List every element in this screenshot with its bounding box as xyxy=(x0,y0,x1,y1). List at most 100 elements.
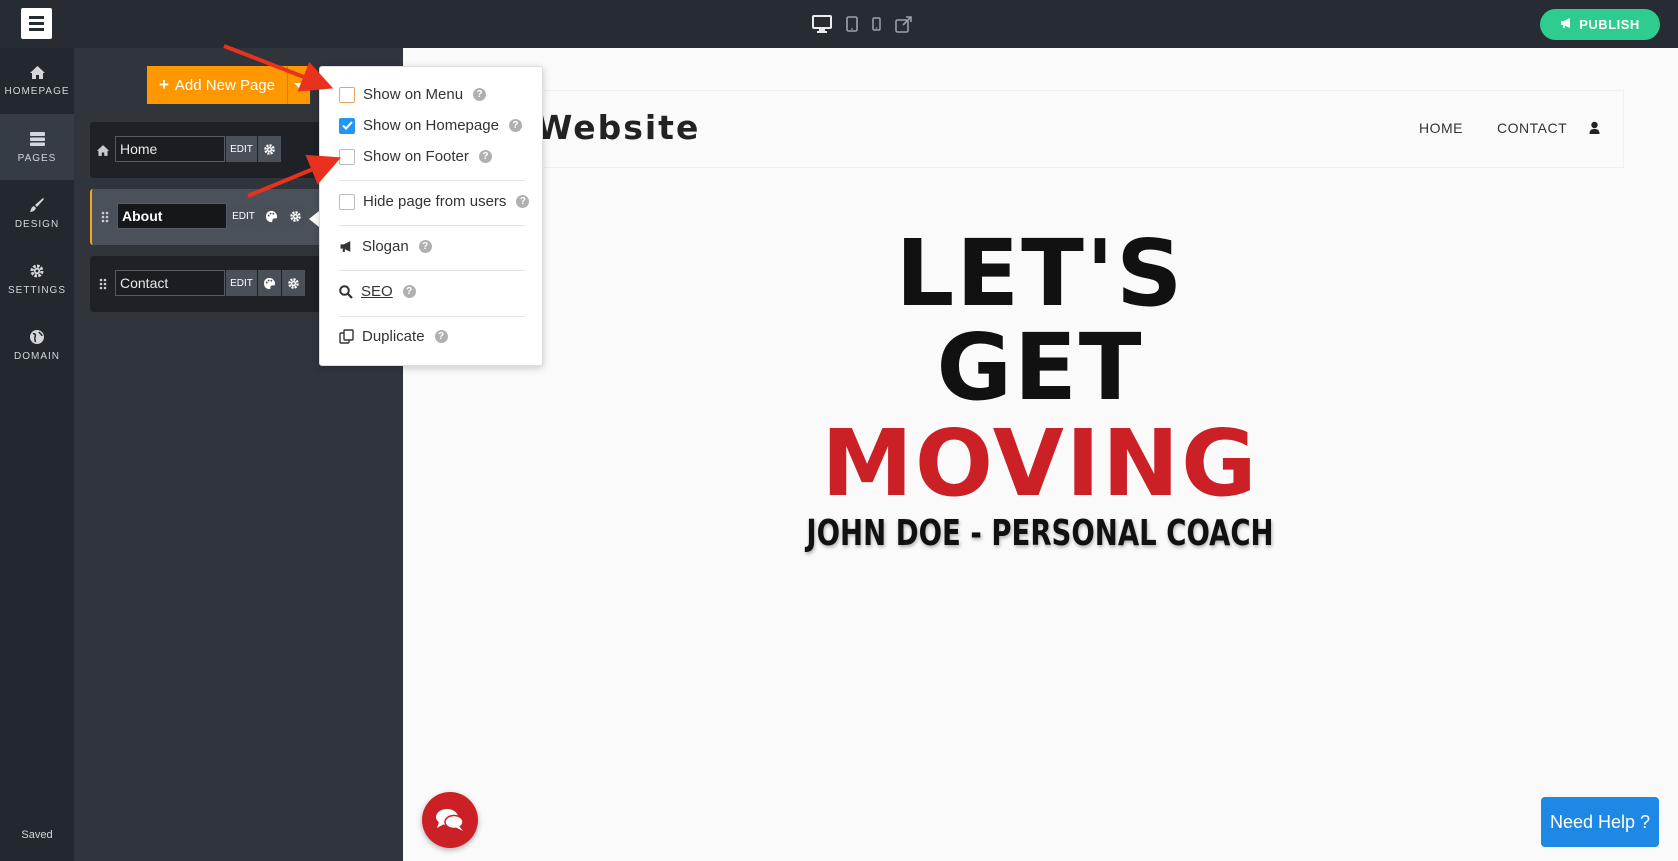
globe-icon xyxy=(30,329,44,344)
help-icon[interactable]: ? xyxy=(473,88,487,101)
rail-label-settings: SETTINGS xyxy=(7,284,66,296)
device-switcher xyxy=(812,12,913,36)
seo-label: SEO xyxy=(361,283,393,300)
page-settings-button[interactable] xyxy=(284,203,307,229)
brush-icon xyxy=(30,197,44,212)
show-on-footer-label: Show on Footer xyxy=(363,148,469,165)
app-logo-icon[interactable] xyxy=(21,8,52,39)
page-design-button[interactable] xyxy=(260,203,283,229)
page-row-about[interactable]: EDIT xyxy=(90,189,330,245)
menu-divider xyxy=(339,270,525,271)
rail-item-homepage[interactable]: HOMEPAGE xyxy=(0,48,74,114)
help-icon[interactable]: ? xyxy=(418,240,432,253)
option-slogan[interactable]: Slogan ? xyxy=(339,238,432,255)
rail-label-design: DESIGN xyxy=(14,218,60,230)
hero-line-3: MOVING xyxy=(821,410,1259,517)
home-icon xyxy=(29,66,45,79)
show-on-menu-checkbox[interactable] xyxy=(339,86,355,103)
page-options-menu xyxy=(319,66,543,366)
user-icon[interactable] xyxy=(1589,121,1600,140)
site-title[interactable]: Website xyxy=(536,108,700,147)
chat-bubble-button[interactable] xyxy=(422,792,478,848)
palette-icon xyxy=(263,277,276,289)
top-bar: PUBLISH xyxy=(0,0,1678,48)
slogan-label: Slogan xyxy=(362,238,409,255)
mobile-icon[interactable] xyxy=(872,17,881,31)
option-show-on-menu[interactable]: Show on Menu ? xyxy=(339,86,487,103)
drag-handle-icon[interactable] xyxy=(96,274,110,294)
megaphone-icon xyxy=(1560,17,1573,32)
gear-icon xyxy=(288,277,299,289)
page-name-input[interactable] xyxy=(115,270,225,296)
desktop-icon[interactable] xyxy=(812,15,832,33)
help-icon[interactable]: ? xyxy=(434,330,448,343)
page-name-input[interactable] xyxy=(115,136,225,162)
rail-item-domain[interactable]: DOMAIN xyxy=(0,312,74,378)
duplicate-icon xyxy=(339,329,354,344)
gear-icon xyxy=(290,210,301,222)
help-icon[interactable]: ? xyxy=(508,119,522,132)
checkmark-icon xyxy=(341,121,353,130)
option-hide-page[interactable]: Hide page from users ? xyxy=(339,193,530,210)
hero-line-2: GET xyxy=(936,314,1144,421)
drag-handle-icon[interactable] xyxy=(98,207,112,227)
page-row-home[interactable]: EDIT xyxy=(90,122,330,178)
option-show-on-footer[interactable]: Show on Footer ? xyxy=(339,148,492,165)
show-on-homepage-label: Show on Homepage xyxy=(363,117,499,134)
add-page-dropdown-toggle[interactable] xyxy=(287,66,310,104)
search-icon xyxy=(339,284,353,299)
help-icon[interactable]: ? xyxy=(516,195,530,208)
pages-icon xyxy=(29,131,45,146)
save-status: Saved xyxy=(21,829,53,841)
hero-subtitle: JOHN DOE - PERSONAL COACH xyxy=(806,513,1274,554)
nav-link-contact[interactable]: CONTACT xyxy=(1497,120,1567,136)
rail-item-settings[interactable]: SETTINGS xyxy=(0,246,74,312)
megaphone-icon xyxy=(340,241,351,252)
gear-icon xyxy=(264,143,275,155)
caret-down-icon xyxy=(294,82,304,88)
menu-divider xyxy=(339,316,525,317)
nav-link-home[interactable]: HOME xyxy=(1419,120,1463,136)
palette-icon xyxy=(265,210,278,222)
home-icon xyxy=(96,140,110,160)
rail-label-domain: DOMAIN xyxy=(14,350,60,362)
help-icon[interactable]: ? xyxy=(478,150,492,163)
edit-page-button[interactable]: EDIT xyxy=(228,203,259,229)
rail-label-homepage: HOMEPAGE xyxy=(4,86,70,97)
rail-label-pages: PAGES xyxy=(17,152,57,164)
option-duplicate[interactable]: Duplicate ? xyxy=(339,328,448,345)
hide-page-label: Hide page from users xyxy=(363,193,507,210)
rail-item-design[interactable]: DESIGN xyxy=(0,180,74,246)
publish-button[interactable]: PUBLISH xyxy=(1540,9,1660,40)
add-new-page-button[interactable]: + Add New Page xyxy=(147,66,287,104)
help-icon[interactable]: ? xyxy=(402,285,416,298)
hide-page-checkbox[interactable] xyxy=(339,193,355,210)
page-row-contact[interactable]: EDIT xyxy=(90,256,330,312)
tablet-icon[interactable] xyxy=(846,16,858,32)
popup-pointer xyxy=(309,211,319,227)
page-settings-button[interactable] xyxy=(282,270,305,296)
page-settings-button[interactable] xyxy=(258,136,281,162)
show-on-homepage-checkbox[interactable] xyxy=(339,117,355,134)
option-seo[interactable]: SEO ? xyxy=(339,283,416,300)
edit-page-button[interactable]: EDIT xyxy=(226,136,257,162)
left-rail: HOMEPAGE PAGES DESIGN SETTINGS DOMAIN Sa… xyxy=(0,48,74,861)
edit-page-button[interactable]: EDIT xyxy=(226,270,257,296)
chat-icon xyxy=(436,809,464,831)
gear-icon xyxy=(30,264,44,277)
duplicate-label: Duplicate xyxy=(362,328,425,345)
add-new-page-label: Add New Page xyxy=(174,76,275,94)
page-name-input[interactable] xyxy=(117,203,227,229)
menu-divider xyxy=(339,180,525,181)
hero-line-1: LET'S xyxy=(895,220,1185,327)
rail-item-pages[interactable]: PAGES xyxy=(0,114,74,180)
external-link-icon[interactable] xyxy=(895,15,913,33)
show-on-menu-label: Show on Menu xyxy=(363,86,464,103)
show-on-footer-checkbox[interactable] xyxy=(339,148,355,165)
need-help-button[interactable]: Need Help ? xyxy=(1541,797,1659,847)
publish-label: PUBLISH xyxy=(1579,17,1640,32)
page-design-button[interactable] xyxy=(258,270,281,296)
option-show-on-homepage[interactable]: Show on Homepage ? xyxy=(339,117,522,134)
plus-icon: + xyxy=(158,75,169,94)
menu-divider xyxy=(339,225,525,226)
